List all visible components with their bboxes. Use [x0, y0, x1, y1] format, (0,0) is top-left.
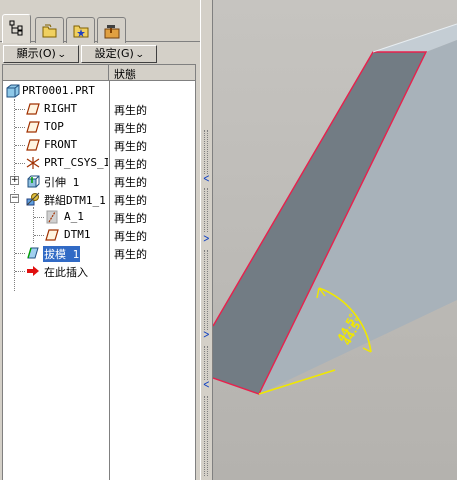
tree-item-label: RIGHT	[44, 102, 78, 115]
insert-here-arrow-icon	[27, 266, 39, 276]
chevron-left-icon[interactable]: <	[203, 172, 210, 185]
tree-item-group[interactable]: − 群組DTM1_1 再生的	[3, 190, 195, 208]
show-dropdown-button[interactable]: 顯示(O)⌄	[3, 45, 79, 63]
column-header-status[interactable]: 狀態	[114, 66, 136, 82]
tree-item-status: 再生的	[114, 122, 147, 135]
tree-item-status: 再生的	[114, 230, 147, 243]
model-3d-view: 44.5° 44.5°	[213, 0, 457, 480]
datum-axis-icon	[46, 210, 58, 224]
tab-folder-browser[interactable]	[35, 17, 64, 43]
datum-plane-icon	[26, 139, 40, 151]
chevron-down-icon: ⌄	[134, 50, 145, 60]
tree-item-label: 群組DTM1_1	[44, 194, 106, 207]
tree-item-draft[interactable]: 拔模 1 再生的	[3, 244, 195, 262]
splitter-grip	[204, 250, 208, 330]
tree-item-status: 再生的	[114, 104, 147, 117]
tab-favorites[interactable]	[66, 17, 95, 43]
tree-item-label: 引伸 1	[44, 176, 80, 189]
extrude-icon	[27, 175, 40, 188]
tree-item-label: FRONT	[44, 138, 78, 151]
splitter-grip	[204, 396, 208, 476]
favorites-folder-icon	[73, 25, 89, 38]
tree-item-status: 再生的	[114, 248, 147, 261]
settings-dropdown-label: 設定(G)	[94, 47, 134, 60]
navigator-toolbar: 顯示(O)⌄ 設定(G)⌄	[0, 44, 200, 64]
tree-item-insert-here[interactable]: 在此插入	[3, 262, 195, 280]
draft-icon	[27, 247, 39, 259]
chevron-left-icon[interactable]: <	[203, 378, 210, 391]
datum-plane-icon	[26, 103, 40, 115]
tab-model-tree[interactable]	[2, 14, 31, 43]
tree-item-label: DTM1	[64, 228, 91, 241]
tools-hammer-icon	[104, 25, 120, 39]
column-header-name[interactable]	[3, 65, 109, 80]
collapse-minus-icon[interactable]: −	[10, 194, 19, 203]
splitter-grip	[204, 130, 208, 174]
folder-browser-icon	[42, 24, 57, 38]
tree-root-label: PRT0001.PRT	[22, 84, 95, 97]
model-tree-icon	[9, 20, 23, 36]
coordinate-system-icon	[26, 157, 40, 169]
tree-item-label: PRT_CSYS_I	[44, 156, 108, 169]
navigator-tabstrip	[0, 14, 200, 43]
model-tree-column-header: 狀態	[3, 65, 195, 81]
settings-dropdown-button[interactable]: 設定(G)⌄	[81, 45, 157, 63]
datum-plane-icon	[45, 229, 59, 241]
tab-tools[interactable]	[97, 17, 126, 43]
tree-item-right[interactable]: RIGHT 再生的	[3, 100, 195, 118]
show-dropdown-label: 顯示(O)	[16, 47, 56, 60]
datum-plane-icon	[26, 121, 40, 133]
splitter-grip	[204, 346, 208, 380]
model-tree: 狀態 PRT0001.PRT RIGHT 再生的 TOP 再生的 FRONT 再…	[2, 64, 196, 480]
tree-item-front[interactable]: FRONT 再生的	[3, 136, 195, 154]
tree-item-status: 再生的	[114, 176, 147, 189]
tree-item-status: 再生的	[114, 158, 147, 171]
navigator-panel: 顯示(O)⌄ 設定(G)⌄ 狀態 PRT0001.PRT RIGHT 再生的 T…	[0, 0, 200, 480]
panel-splitter[interactable]: < > > <	[200, 0, 213, 480]
tree-root[interactable]: PRT0001.PRT	[3, 82, 195, 100]
tree-item-label: A_1	[64, 210, 84, 223]
tree-item-extrude[interactable]: + 引伸 1 再生的	[3, 172, 195, 190]
tree-item-label: 拔模 1	[43, 246, 81, 262]
tree-item-dtm1[interactable]: DTM1 再生的	[3, 226, 195, 244]
tree-item-status: 再生的	[114, 212, 147, 225]
part-icon	[6, 84, 20, 98]
tree-item-label: TOP	[44, 120, 64, 133]
tree-item-top[interactable]: TOP 再生的	[3, 118, 195, 136]
tree-item-status: 再生的	[114, 140, 147, 153]
group-icon	[26, 192, 40, 206]
tree-item-status: 再生的	[114, 194, 147, 207]
splitter-grip	[204, 188, 208, 232]
chevron-down-icon: ⌄	[56, 50, 67, 60]
chevron-right-icon[interactable]: >	[203, 328, 210, 341]
tree-item-axis[interactable]: A_1 再生的	[3, 208, 195, 226]
tree-item-label: 在此插入	[44, 266, 88, 279]
graphics-viewport[interactable]: 44.5° 44.5°	[213, 0, 457, 480]
expand-plus-icon[interactable]: +	[10, 176, 19, 185]
chevron-right-icon[interactable]: >	[203, 232, 210, 245]
tree-item-csys[interactable]: PRT_CSYS_I 再生的	[3, 154, 195, 172]
